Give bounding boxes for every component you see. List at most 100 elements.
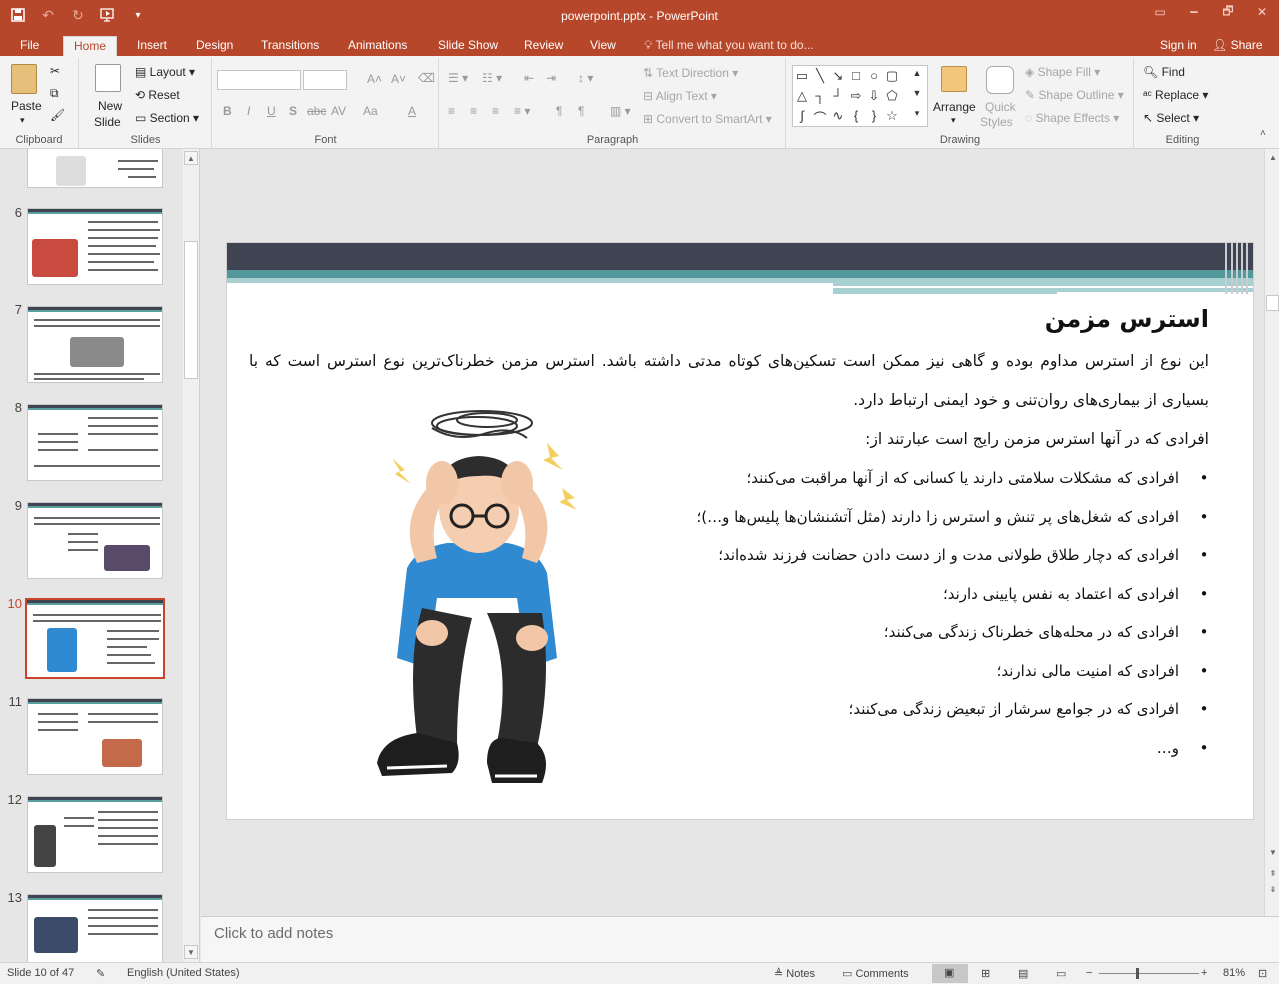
columns-icon[interactable]: ▥ ▾ — [610, 104, 631, 118]
numbering-icon[interactable]: ☷ ▾ — [482, 71, 502, 85]
arc-shape-icon[interactable]: ⌒ — [811, 108, 829, 127]
tab-animations[interactable]: Animations — [338, 36, 417, 56]
zoom-out-icon[interactable]: − — [1086, 967, 1092, 979]
tab-view[interactable]: View — [580, 36, 626, 56]
increase-font-size-icon[interactable]: A˄ — [367, 72, 382, 86]
scroll-up-icon[interactable]: ▲ — [1266, 151, 1279, 165]
comments-toggle[interactable]: ▭ Comments — [842, 967, 909, 980]
tab-file[interactable]: File — [10, 36, 49, 56]
tab-slide-show[interactable]: Slide Show — [428, 36, 508, 56]
tab-transitions[interactable]: Transitions — [251, 36, 329, 56]
arrow-line-shape-icon[interactable]: ↘ — [829, 68, 847, 84]
quick-styles-label-2[interactable]: Styles — [980, 115, 1013, 129]
slide-thumbnail[interactable] — [27, 306, 163, 383]
slide-thumbnail[interactable] — [27, 894, 163, 962]
new-slide-label-1[interactable]: New — [98, 99, 122, 113]
new-slide-label-2[interactable]: Slide — [94, 115, 121, 129]
tab-review[interactable]: Review — [514, 36, 573, 56]
rtl-icon[interactable]: ¶ — [556, 104, 562, 118]
slide-thumbnail[interactable] — [27, 698, 163, 775]
select-button[interactable]: ↖ Select ▾ — [1143, 111, 1199, 125]
slide-thumbnail[interactable] — [27, 404, 163, 481]
format-painter-icon[interactable]: 🖌︎ — [50, 108, 65, 122]
paste-icon[interactable] — [11, 64, 37, 94]
share-button[interactable]: 👤︎ Share — [1212, 36, 1263, 55]
text-box-shape-icon[interactable]: ▭ — [793, 68, 811, 84]
right-arrow-shape-icon[interactable]: ⇨ — [847, 88, 865, 104]
sign-in-link[interactable]: Sign in — [1160, 36, 1197, 55]
slide-title[interactable]: استرس مزمن — [1045, 305, 1209, 333]
underline-button[interactable]: U — [267, 104, 276, 118]
reading-view-icon[interactable]: ▤ — [1018, 967, 1028, 980]
spellcheck-icon[interactable]: ✎ — [96, 967, 105, 980]
restore-icon[interactable]: 🗗 — [1211, 0, 1245, 24]
zoom-slider-handle[interactable] — [1136, 968, 1139, 979]
rectangle-shape-icon[interactable]: □ — [847, 68, 865, 83]
smartart-button[interactable]: ⊞ Convert to SmartArt ▾ — [643, 112, 772, 126]
notes-pane[interactable]: Click to add notes — [201, 916, 1279, 962]
minimize-icon[interactable]: 🗕 — [1177, 0, 1211, 24]
replace-button[interactable]: ᵃᶜ Replace ▾ — [1143, 88, 1208, 102]
left-brace-icon[interactable]: { — [847, 108, 865, 123]
align-center-icon[interactable]: ≡ — [470, 104, 477, 118]
shape-fill-button[interactable]: ◈ Shape Fill ▾ — [1025, 65, 1100, 79]
text-direction-button[interactable]: ⇅ Text Direction ▾ — [643, 66, 738, 80]
bullet-item[interactable]: • افرادی که اعتماد به نفس پایینی دارند؛ — [609, 575, 1209, 614]
thumbnail-scrollbar[interactable]: ▲ ▼ — [183, 149, 199, 962]
tab-insert[interactable]: Insert — [127, 36, 177, 56]
triangle-shape-icon[interactable]: △ — [793, 88, 811, 104]
slide-show-icon[interactable]: ▭ — [1056, 967, 1066, 980]
paste-button[interactable]: Paste — [11, 99, 42, 113]
gallery-down-icon[interactable]: ▼ — [908, 88, 926, 98]
notes-placeholder[interactable]: Click to add notes — [214, 925, 333, 942]
reset-button[interactable]: ⟲ Reset — [135, 88, 180, 102]
bullet-item[interactable]: • افرادی که مشکلات سلامتی دارند یا کسانی … — [609, 459, 1209, 498]
copy-icon[interactable]: ⧉ — [50, 86, 59, 101]
zoom-level[interactable]: 81% — [1223, 967, 1245, 979]
bullet-item[interactable]: • افرادی که در جوامع سرشار از تبعیض زندگی… — [609, 690, 1209, 729]
gallery-more-icon[interactable]: ▾ — [908, 108, 926, 119]
quick-styles-label-1[interactable]: Quick — [985, 100, 1016, 114]
stressed-person-illustration[interactable] — [337, 398, 597, 798]
line-shape-icon[interactable]: ╲ — [811, 68, 829, 84]
slide-thumbnail[interactable] — [27, 208, 163, 285]
down-arrow-shape-icon[interactable]: ⇩ — [865, 88, 883, 104]
section-button[interactable]: ▭ Section ▾ — [135, 111, 199, 125]
bullet-item[interactable]: • و… — [609, 729, 1209, 768]
bullets-icon[interactable]: ☰ ▾ — [448, 71, 468, 85]
bullet-item[interactable]: • افرادی که در محله‌های خطرناک زندگی می‌ک… — [609, 613, 1209, 652]
find-button[interactable]: 🔍︎ Find — [1143, 65, 1185, 79]
align-left-icon[interactable]: ≡ — [448, 104, 455, 118]
character-spacing-button[interactable]: AV — [331, 104, 346, 118]
line-spacing-icon[interactable]: ↕ ▾ — [578, 71, 593, 85]
clear-formatting-icon[interactable]: ⌫ — [418, 71, 435, 85]
font-name-combo[interactable] — [217, 70, 301, 90]
decrease-indent-icon[interactable]: ⇤ — [524, 71, 534, 85]
oval-shape-icon[interactable]: ○ — [865, 68, 883, 83]
right-brace-icon[interactable]: } — [865, 108, 883, 123]
tab-home[interactable]: Home — [63, 36, 118, 56]
arrange-button[interactable]: Arrange — [933, 100, 976, 114]
increase-indent-icon[interactable]: ⇥ — [546, 71, 556, 85]
curve-shape-icon[interactable]: ∫ — [793, 108, 811, 123]
slide-thumbnail[interactable] — [27, 796, 163, 873]
collapse-ribbon-icon[interactable]: ˄ — [1260, 128, 1266, 139]
slide-thumbnail-selected[interactable] — [25, 598, 165, 679]
ltr-icon[interactable]: ¶ — [578, 104, 584, 118]
new-slide-icon[interactable] — [95, 64, 121, 92]
text-shadow-button[interactable]: S — [289, 104, 297, 118]
editor-scrollbar[interactable]: ▲ ▼ ⇞ ⇟ — [1264, 149, 1279, 916]
decrease-font-size-icon[interactable]: A˅ — [391, 72, 406, 86]
italic-button[interactable]: I — [247, 104, 250, 118]
arrange-dropdown-icon[interactable]: ▾ — [951, 115, 956, 126]
bullet-item[interactable]: • افرادی که شغل‌های پر تنش و استرس زا دار… — [609, 498, 1209, 537]
editor-scroll-thumb[interactable] — [1266, 295, 1279, 311]
align-text-button[interactable]: ⊟ Align Text ▾ — [643, 89, 717, 103]
shape-outline-button[interactable]: ✎ Shape Outline ▾ — [1025, 88, 1124, 102]
slide-canvas[interactable]: استرس مزمن این نوع از استرس مداوم بوده و… — [226, 242, 1254, 820]
zoom-in-icon[interactable]: + — [1201, 967, 1207, 979]
cut-icon[interactable]: ✂︎ — [50, 64, 60, 78]
next-slide-icon[interactable]: ⇟ — [1266, 883, 1279, 897]
rounded-rectangle-shape-icon[interactable]: ▢ — [883, 68, 901, 84]
star-shape-icon[interactable]: ☆ — [883, 108, 901, 124]
